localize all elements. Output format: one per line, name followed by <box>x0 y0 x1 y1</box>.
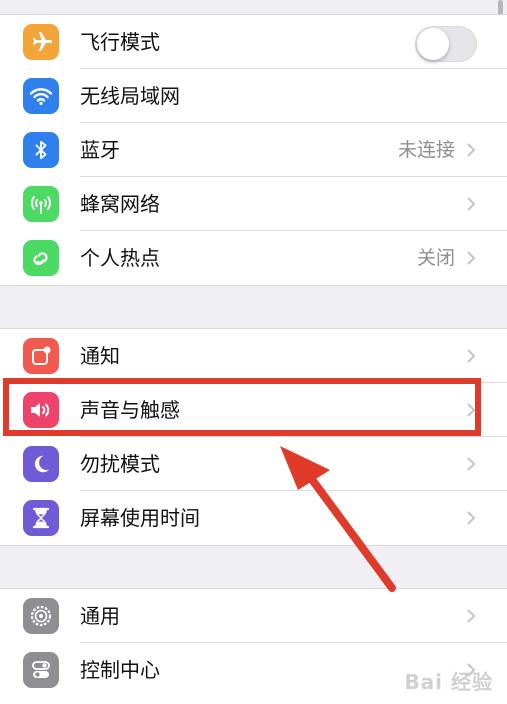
settings-row-label: 通知 <box>80 344 120 368</box>
chevron-right-icon <box>467 457 476 471</box>
settings-row-bluetooth[interactable]: 蓝牙 未连接 <box>0 123 507 177</box>
toggle-knob <box>417 28 449 60</box>
settings-row-cellular[interactable]: 蜂窝网络 <box>0 177 507 231</box>
settings-row-label: 个人热点 <box>80 246 160 270</box>
settings-group-alerts: 通知 声音与触感 勿扰模式 屏幕使用时间 <box>0 328 507 546</box>
chevron-right-icon <box>467 197 476 211</box>
bluetooth-icon <box>23 132 59 168</box>
chevron-right-icon <box>467 511 476 525</box>
toggles-icon <box>23 652 59 688</box>
hourglass-icon <box>23 500 59 536</box>
settings-row-label: 控制中心 <box>80 658 160 682</box>
notifications-icon <box>23 338 59 374</box>
settings-row-label: 蜂窝网络 <box>80 192 160 216</box>
settings-row-sounds-haptics[interactable]: 声音与触感 <box>0 383 507 437</box>
airplane-icon <box>23 24 59 60</box>
settings-row-wifi[interactable]: 无线局域网 <box>0 69 507 123</box>
settings-row-label: 飞行模式 <box>80 30 160 54</box>
chevron-right-icon <box>467 609 476 623</box>
settings-row-airplane-mode[interactable]: 飞行模式 <box>0 15 507 69</box>
watermark: Bai 经验 <box>404 670 493 694</box>
settings-row-label: 屏幕使用时间 <box>80 506 200 530</box>
moon-icon <box>23 446 59 482</box>
settings-row-label: 蓝牙 <box>80 138 120 162</box>
gear-icon <box>23 598 59 634</box>
settings-group-connectivity: 飞行模式 无线局域网 蓝牙 未连接 蜂窝网络 个人热点 关闭 <box>0 14 507 286</box>
settings-row-hotspot[interactable]: 个人热点 关闭 <box>0 231 507 285</box>
chevron-right-icon <box>467 349 476 363</box>
hotspot-icon <box>23 240 59 276</box>
settings-row-general[interactable]: 通用 <box>0 589 507 643</box>
chevron-right-icon <box>467 143 476 157</box>
settings-row-label: 无线局域网 <box>80 84 180 108</box>
airplane-mode-toggle[interactable] <box>415 26 477 62</box>
speaker-icon <box>23 392 59 428</box>
hotspot-status: 关闭 <box>416 247 455 269</box>
cellular-icon <box>23 186 59 222</box>
settings-row-screen-time[interactable]: 屏幕使用时间 <box>0 491 507 545</box>
settings-row-label: 通用 <box>80 604 120 628</box>
settings-row-label: 勿扰模式 <box>80 452 160 476</box>
chevron-right-icon <box>467 251 476 265</box>
bluetooth-status: 未连接 <box>397 139 455 161</box>
chevron-right-icon <box>467 403 476 417</box>
settings-row-notifications[interactable]: 通知 <box>0 329 507 383</box>
settings-row-do-not-disturb[interactable]: 勿扰模式 <box>0 437 507 491</box>
settings-row-label: 声音与触感 <box>80 398 180 422</box>
wifi-icon <box>23 78 59 114</box>
